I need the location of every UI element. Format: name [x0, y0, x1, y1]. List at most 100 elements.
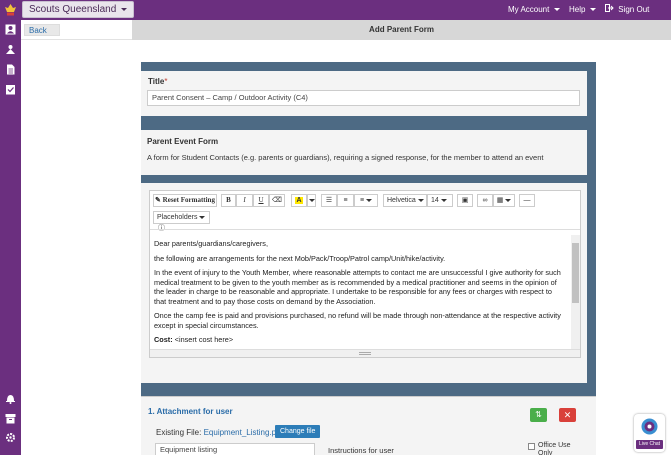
unordered-list-button[interactable]: ☰	[321, 194, 337, 207]
existing-file-link[interactable]: Equipment_Listing.pdf	[204, 428, 283, 437]
link-icon: ∞	[482, 197, 488, 204]
chevron-down-icon	[553, 8, 560, 12]
title-label-wrap: Title*	[148, 77, 167, 86]
grip-icon	[359, 352, 371, 355]
help-label: Help	[569, 5, 586, 14]
eraser-icon: ⌫	[272, 197, 282, 204]
tent-icon[interactable]	[5, 44, 16, 55]
chevron-down-icon	[199, 215, 206, 219]
title-panel: Title* Parent Consent – Camp / Outdoor A…	[141, 71, 587, 116]
office-use-label: Office Use Only	[538, 442, 571, 455]
ordered-list-icon: ≡	[343, 197, 348, 204]
insert-link-button[interactable]: ∞	[477, 194, 493, 207]
chevron-down-icon	[417, 198, 424, 202]
title-input[interactable]: Parent Consent – Camp / Outdoor Activity…	[147, 90, 580, 106]
event-form-panel: Parent Event Form A form for Student Con…	[141, 130, 587, 175]
editor-content[interactable]: Dear parents/guardians/caregivers, the f…	[150, 235, 570, 349]
back-cell: Back	[21, 20, 132, 40]
underline-button[interactable]: U	[253, 194, 269, 207]
chevron-down-icon	[505, 198, 512, 202]
gear-icon[interactable]	[5, 432, 16, 443]
placeholders-label: Placeholders	[157, 214, 198, 221]
editor-paragraph: the following are arrangements for the n…	[154, 253, 446, 263]
help-menu[interactable]: Help	[569, 0, 596, 20]
editor-paragraph: Dear parents/guardians/caregivers,	[154, 239, 268, 248]
insert-table-button[interactable]: ▦	[493, 194, 515, 207]
sign-out-icon	[605, 0, 614, 20]
chevron-down-icon	[121, 7, 128, 11]
chevron-down-icon	[440, 198, 447, 202]
event-form-description: A form for Student Contacts (e.g. parent…	[147, 153, 544, 162]
attachment-name-input[interactable]: Equipment listing	[155, 443, 315, 455]
change-file-button[interactable]: Change file	[275, 425, 321, 438]
bell-icon[interactable]	[5, 393, 16, 404]
rich-text-editor: ✎ Reset Formatting B I U ⌫ A ☰ ≡ ≡ Helve…	[149, 190, 581, 358]
document-icon[interactable]	[5, 64, 16, 75]
archive-icon[interactable]	[5, 413, 16, 424]
org-selector-label: Scouts Queensland	[29, 4, 117, 15]
placeholders-dropdown[interactable]: Placeholdersⓘ	[153, 211, 210, 232]
close-icon: ✕	[563, 410, 572, 420]
contacts-icon[interactable]	[5, 24, 16, 35]
title-label: Title	[148, 77, 165, 86]
eraser-button[interactable]: ⌫	[269, 194, 285, 207]
sort-arrows-icon: ⇅	[535, 410, 542, 419]
attachment-heading: 1. Attachment for user	[148, 407, 233, 416]
reorder-button[interactable]: ⇅	[530, 408, 547, 422]
cost-placeholder: <insert cost here>	[172, 335, 234, 344]
align-icon: ≡	[359, 197, 365, 204]
sign-out-label: Sign Out	[618, 5, 650, 15]
horizontal-rule-button[interactable]: —	[519, 194, 535, 207]
org-selector-button[interactable]: Scouts Queensland	[22, 1, 135, 18]
highlight-a-icon: A	[295, 197, 303, 204]
my-account-label: My Account	[508, 5, 550, 14]
existing-file-label: Existing File:	[156, 428, 202, 437]
magic-wand-icon: ✎	[155, 196, 161, 204]
back-button[interactable]: Back	[24, 24, 60, 36]
reset-formatting-button[interactable]: ✎ Reset Formatting	[153, 194, 217, 207]
font-size-label: 14	[431, 197, 439, 204]
table-icon: ▦	[496, 197, 504, 204]
chevron-down-icon	[366, 198, 373, 202]
live-chat-logo-icon	[640, 417, 659, 436]
align-dropdown-button[interactable]: ≡	[354, 194, 378, 207]
insert-image-button[interactable]: ▣	[457, 194, 473, 207]
event-form-label: Parent Event Form	[147, 137, 219, 146]
bold-button[interactable]: B	[221, 194, 236, 207]
live-chat-widget[interactable]: Live Chat	[634, 414, 665, 452]
ordered-list-button[interactable]: ≡	[337, 194, 354, 207]
my-account-menu[interactable]: My Account	[508, 0, 560, 20]
office-use-checkbox[interactable]	[528, 443, 535, 450]
chevron-down-icon	[308, 198, 315, 202]
checklist-icon[interactable]	[5, 84, 16, 95]
editor-paragraph: In the event of injury to the Youth Memb…	[154, 268, 561, 306]
logo-icon[interactable]	[4, 3, 17, 17]
page-title: Add Parent Form	[132, 20, 671, 40]
reset-formatting-label: Reset Formatting	[162, 196, 215, 204]
chevron-down-icon	[589, 8, 596, 12]
editor-paragraph: Cost: <insert cost here>	[154, 335, 566, 345]
highlight-color-dropdown[interactable]	[307, 194, 316, 207]
top-nav-bar: Scouts Queensland My Account Help Sign O…	[0, 0, 671, 20]
editor-paragraph: Once the camp fee is paid and provisions…	[154, 311, 561, 330]
sign-out-link[interactable]: Sign Out	[605, 0, 649, 20]
required-marker: *	[164, 77, 168, 86]
attachment-panel: 1. Attachment for user Existing File: Eq…	[141, 396, 596, 455]
cost-label: Cost:	[154, 335, 173, 344]
instructions-label: Instructions for user	[328, 446, 394, 455]
highlight-color-button[interactable]: A	[291, 194, 307, 207]
editor-scrollbar-thumb[interactable]	[572, 243, 579, 303]
left-sidebar	[0, 20, 21, 455]
toolbar-divider	[150, 229, 580, 230]
italic-button[interactable]: I	[236, 194, 253, 207]
delete-attachment-button[interactable]: ✕	[559, 408, 576, 422]
font-size-dropdown[interactable]: 14	[427, 194, 453, 207]
horizontal-rule-icon: —	[523, 197, 531, 204]
font-family-dropdown[interactable]: Helvetica	[383, 194, 427, 207]
font-family-label: Helvetica	[387, 197, 416, 204]
unordered-list-icon: ☰	[325, 197, 333, 204]
editor-resize-handle[interactable]	[150, 349, 580, 357]
editor-scrollbar[interactable]	[571, 235, 580, 349]
existing-file-row: Existing File: Equipment_Listing.pdf	[156, 428, 283, 437]
image-icon: ▣	[461, 197, 469, 204]
